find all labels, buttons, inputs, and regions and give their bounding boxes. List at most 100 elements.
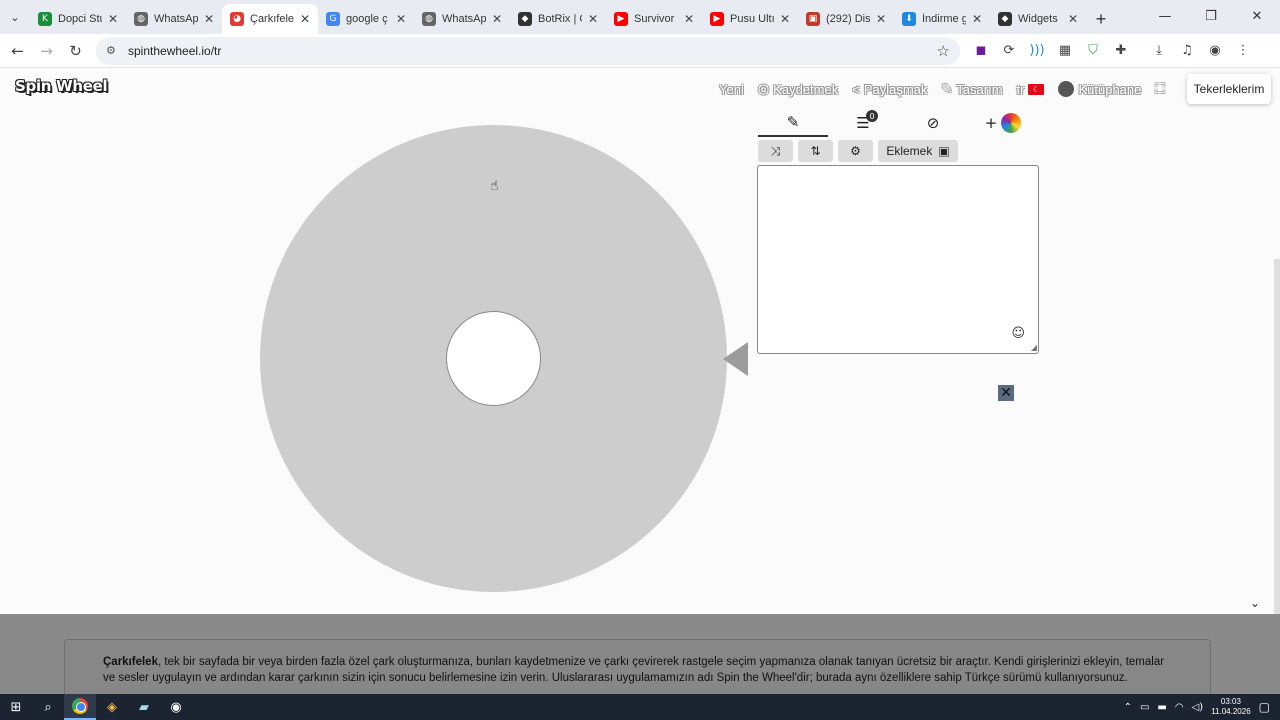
browser-tab[interactable]: ▣ (292) Disc ✕: [798, 4, 894, 34]
profile-icon[interactable]: ◉: [1204, 40, 1226, 62]
browser-menu-icon[interactable]: ⋮: [1232, 40, 1254, 62]
add-image-button[interactable]: Eklemek ▣: [878, 140, 958, 162]
site-info-icon[interactable]: ⚙: [106, 44, 124, 57]
page-overlay: Çarkıfelek, tek bir sayfada bir veya bir…: [0, 614, 1280, 699]
pencil-icon: ✎: [786, 113, 800, 131]
browser-toolbar: ← → ↻ ⚙ spinthewheel.io/tr ☆ ◼ ⟳ ))) ▦ ⛉…: [0, 34, 1280, 68]
tab-close-icon[interactable]: ✕: [780, 12, 790, 26]
browser-tab[interactable]: ◕ Çarkıfelek ✕: [222, 4, 318, 34]
nav-new[interactable]: Yeni: [719, 82, 744, 97]
nav-language[interactable]: tr ☾: [1017, 82, 1045, 97]
tab-close-icon[interactable]: ✕: [396, 12, 406, 26]
tab-favicon-icon: ▶: [614, 12, 628, 26]
site-logo[interactable]: Spin Wheel: [15, 77, 108, 95]
battery-icon[interactable]: ▬: [1157, 702, 1166, 713]
fullscreen-icon[interactable]: ⛶: [1155, 81, 1164, 97]
library-avatar-icon: [1058, 81, 1075, 97]
notifications-icon[interactable]: ▢: [1259, 700, 1270, 714]
tab-close-icon[interactable]: ✕: [972, 12, 982, 26]
notes-taskbar-icon[interactable]: ▰: [128, 694, 160, 720]
tab-close-icon[interactable]: ✕: [876, 12, 886, 26]
obs-taskbar-icon[interactable]: ◉: [160, 694, 192, 720]
shuffle-icon: ⤨: [770, 143, 781, 158]
settings-button[interactable]: ⚙: [838, 140, 873, 162]
extension-icon[interactable]: ◼: [970, 40, 992, 62]
audio-extension-icon[interactable]: ))): [1026, 40, 1048, 62]
url-text[interactable]: spinthewheel.io/tr: [128, 44, 937, 58]
search-icon[interactable]: ⌕: [32, 694, 64, 720]
my-wheels-button[interactable]: Tekerleklerim: [1187, 74, 1271, 104]
browser-tab[interactable]: K Dopci Stu ✕: [30, 4, 126, 34]
windows-start-icon[interactable]: ⊞: [0, 694, 32, 720]
tab-close-icon[interactable]: ✕: [588, 12, 598, 26]
back-button[interactable]: ←: [3, 37, 32, 65]
forward-button[interactable]: →: [32, 37, 61, 65]
tab-close-icon[interactable]: ✕: [108, 12, 118, 26]
browser-tab[interactable]: ◍ WhatsApp ✕: [126, 4, 222, 34]
nav-save-label: Kaydetmek: [773, 81, 839, 97]
sort-button[interactable]: ⇅: [798, 140, 833, 162]
puzzle-extensions-icon[interactable]: ✚: [1110, 40, 1132, 62]
shield-extension-icon[interactable]: ⛉: [1082, 40, 1104, 62]
network-device-icon[interactable]: ▭: [1140, 702, 1149, 713]
sync-extension-icon[interactable]: ⟳: [998, 40, 1020, 62]
nav-save[interactable]: ◎ Kaydetmek: [758, 81, 838, 97]
spin-wheel[interactable]: [260, 125, 727, 592]
reload-button[interactable]: ↻: [61, 37, 90, 65]
close-icon[interactable]: ✕: [998, 385, 1014, 401]
browser-tab[interactable]: ◆ Widgets ✕: [990, 4, 1086, 34]
new-tab-button[interactable]: +: [1086, 4, 1116, 34]
eye-off-icon: ⊘: [926, 114, 940, 132]
nav-library[interactable]: Kütüphane: [1058, 81, 1141, 97]
tab-search-button[interactable]: ⌄: [0, 0, 30, 34]
clock[interactable]: 03:03 11.04.2026: [1211, 697, 1250, 717]
plus-icon: +: [984, 114, 998, 132]
browser-tab[interactable]: ◍ WhatsApp ✕: [414, 4, 510, 34]
browser-tab[interactable]: ⬇ İndirme g ✕: [894, 4, 990, 34]
chevron-down-icon[interactable]: ⌄: [1250, 596, 1260, 610]
tab-edit[interactable]: ✎: [758, 109, 828, 137]
wheel-hub[interactable]: [446, 311, 541, 406]
address-bar[interactable]: ⚙ spinthewheel.io/tr ☆: [96, 36, 960, 65]
nav-share[interactable]: < Paylaşmak: [852, 82, 927, 97]
tray-chevron-icon[interactable]: ⌃: [1124, 702, 1132, 713]
browser-tab[interactable]: ▶ Pusu Ultı ✕: [702, 4, 798, 34]
wifi-icon[interactable]: ◠: [1175, 702, 1184, 713]
tab-hidden[interactable]: ⊘: [898, 109, 968, 137]
tab-close-icon[interactable]: ✕: [684, 12, 694, 26]
tab-close-icon[interactable]: ✕: [300, 12, 310, 26]
shuffle-button[interactable]: ⤨: [758, 140, 793, 162]
tab-close-icon[interactable]: ✕: [1068, 12, 1078, 26]
browser-tab[interactable]: ▶ Survivor ✕: [606, 4, 702, 34]
browser-tabstrip: ⌄ KDopci Stu✕◍WhatsApp✕◕Çarkıfelek✕Ggoog…: [0, 0, 1280, 34]
browser-tab[interactable]: Ggoogle ç ✕: [318, 4, 414, 34]
page-scrollbar[interactable]: [1274, 259, 1280, 614]
tab-add-wheel[interactable]: +: [968, 109, 1038, 137]
emoji-icon[interactable]: ☺: [1011, 326, 1025, 341]
download-icon[interactable]: ⤓: [1148, 40, 1170, 62]
volume-icon[interactable]: ◁): [1192, 702, 1204, 713]
tab-results[interactable]: ☰ 0: [828, 109, 898, 137]
info-box: Çarkıfelek, tek bir sayfada bir veya bir…: [64, 639, 1211, 699]
qr-extension-icon[interactable]: ▦: [1054, 40, 1076, 62]
tab-close-icon[interactable]: ✕: [492, 12, 502, 26]
bookmark-star-icon[interactable]: ☆: [937, 42, 950, 60]
resize-grip-icon[interactable]: ◢: [1031, 343, 1037, 352]
chrome-taskbar-icon[interactable]: [64, 694, 96, 720]
results-count-badge: 0: [866, 110, 878, 122]
gear-icon: ⚙: [850, 144, 861, 158]
info-text: , tek bir sayfada bir veya birden fazla …: [103, 656, 1165, 684]
tab-list: KDopci Stu✕◍WhatsApp✕◕Çarkıfelek✕Ggoogle…: [30, 4, 1086, 34]
editor-toolbar: ⤨ ⇅ ⚙ Eklemek ▣: [758, 140, 958, 162]
minimize-button[interactable]: —: [1142, 0, 1188, 32]
maximize-button[interactable]: ❐: [1188, 0, 1234, 32]
sort-icon: ⇅: [810, 144, 821, 158]
tab-favicon-icon: ⬇: [902, 12, 916, 26]
app-taskbar-icon[interactable]: ◈: [96, 694, 128, 720]
entries-textarea[interactable]: ☺ ◢: [757, 165, 1039, 354]
media-control-icon[interactable]: ♫: [1176, 40, 1198, 62]
nav-design[interactable]: ✎ Tasarım: [941, 81, 1002, 97]
browser-tab[interactable]: ◆ BotRix | C ✕: [510, 4, 606, 34]
tab-close-icon[interactable]: ✕: [204, 12, 214, 26]
close-window-button[interactable]: ✕: [1234, 0, 1280, 32]
